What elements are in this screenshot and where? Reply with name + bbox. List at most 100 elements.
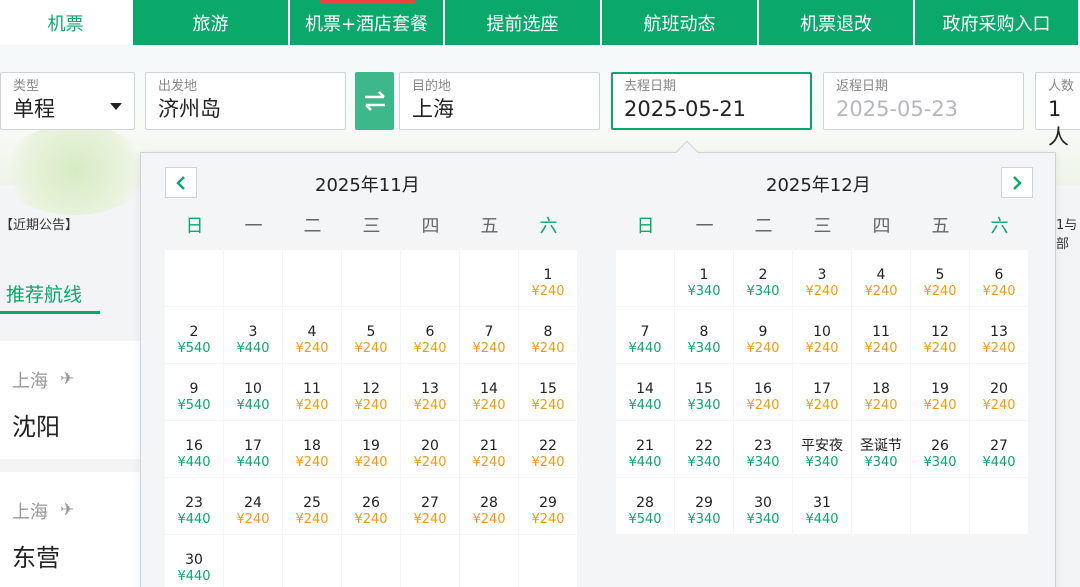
day-number: 30	[185, 552, 203, 568]
calendar-day[interactable]: 29 ¥340	[675, 478, 733, 534]
calendar-day[interactable]: 11 ¥240	[283, 364, 341, 420]
calendar-day[interactable]: 4 ¥240	[852, 250, 910, 306]
destination-field[interactable]: 目的地 上海	[399, 72, 600, 130]
passenger-count-label: 人数	[1048, 79, 1075, 94]
calendar-day[interactable]: 27 ¥240	[401, 478, 459, 534]
calendar-day[interactable]: 31 ¥440	[793, 478, 851, 534]
calendar-day[interactable]: 1 ¥240	[519, 250, 577, 306]
calendar-day[interactable]: 11 ¥240	[852, 307, 910, 363]
calendar-day[interactable]: 17 ¥440	[224, 421, 282, 477]
day-number: 3	[248, 324, 258, 340]
calendar-day[interactable]: 30 ¥340	[734, 478, 792, 534]
calendar-day[interactable]: 26 ¥340	[911, 421, 969, 477]
calendar-day[interactable]: 5 ¥240	[911, 250, 969, 306]
day-number: 8	[699, 324, 709, 340]
tab-recommended-routes[interactable]: 推荐航线	[6, 280, 82, 307]
tab-travel[interactable]: 旅游	[133, 0, 290, 45]
calendar-day[interactable]: 17 ¥240	[793, 364, 851, 420]
calendar-day[interactable]: 2 ¥340	[734, 250, 792, 306]
calendar-day[interactable]: 10 ¥240	[793, 307, 851, 363]
swap-cities-button[interactable]	[355, 72, 394, 130]
calendar-day[interactable]: 6 ¥240	[970, 250, 1028, 306]
calendar-day[interactable]: 22 ¥240	[519, 421, 577, 477]
tab-refund-change[interactable]: 机票退改	[759, 0, 915, 45]
tab-flights[interactable]: 机票	[0, 0, 133, 45]
calendar-day[interactable]: 6 ¥240	[401, 307, 459, 363]
calendar-empty-cell	[911, 478, 969, 534]
calendar-day[interactable]: 9 ¥240	[734, 307, 792, 363]
calendar-day[interactable]: 3 ¥240	[793, 250, 851, 306]
tab-label: 航班动态	[643, 13, 716, 35]
calendar-day[interactable]: 21 ¥240	[460, 421, 518, 477]
calendar-day[interactable]: 10 ¥440	[224, 364, 282, 420]
calendar-day[interactable]: 8 ¥340	[675, 307, 733, 363]
calendar-day[interactable]: 7 ¥240	[460, 307, 518, 363]
calendar-day[interactable]: 9 ¥540	[165, 364, 223, 420]
calendar-day[interactable]: 18 ¥240	[283, 421, 341, 477]
announcement-link[interactable]: 【近期公告】	[0, 214, 78, 233]
calendar-day[interactable]: 22 ¥340	[675, 421, 733, 477]
return-date-field[interactable]: 返程日期 2025-05-23	[823, 72, 1024, 130]
calendar-day[interactable]: 30 ¥440	[165, 535, 223, 587]
day-price: ¥240	[413, 512, 447, 527]
calendar-day[interactable]: 平安夜 ¥340	[793, 421, 851, 477]
calendar-day[interactable]: 27 ¥440	[970, 421, 1028, 477]
calendar-day[interactable]: 14 ¥440	[616, 364, 674, 420]
tab-flight-hotel[interactable]: 机票+酒店套餐	[290, 0, 445, 45]
route-card[interactable]: 上海 ✈ 东营	[0, 472, 140, 587]
calendar-day[interactable]: 25 ¥240	[283, 478, 341, 534]
calendar-day[interactable]: 12 ¥240	[911, 307, 969, 363]
calendar-day[interactable]: 24 ¥240	[224, 478, 282, 534]
calendar-day[interactable]: 5 ¥240	[342, 307, 400, 363]
prev-month-button[interactable]	[165, 167, 197, 198]
calendar-day[interactable]: 14 ¥240	[460, 364, 518, 420]
calendar-day[interactable]: 19 ¥240	[342, 421, 400, 477]
calendar-day[interactable]: 13 ¥240	[401, 364, 459, 420]
calendar-day[interactable]: 23 ¥440	[165, 478, 223, 534]
tab-seat-selection[interactable]: 提前选座	[445, 0, 602, 45]
calendar-empty-cell	[852, 478, 910, 534]
calendar-day[interactable]: 20 ¥240	[970, 364, 1028, 420]
day-number: 1	[699, 267, 709, 283]
trip-type-label: 类型	[13, 79, 40, 94]
calendar-day[interactable]: 3 ¥440	[224, 307, 282, 363]
calendar-day[interactable]: 16 ¥240	[734, 364, 792, 420]
calendar-day[interactable]: 26 ¥240	[342, 478, 400, 534]
calendar-day[interactable]: 21 ¥440	[616, 421, 674, 477]
depart-date-value: 2025-05-21	[624, 97, 747, 121]
calendar-day[interactable]: 18 ¥240	[852, 364, 910, 420]
tab-flight-status[interactable]: 航班动态	[602, 0, 759, 45]
calendar-day[interactable]: 28 ¥240	[460, 478, 518, 534]
day-price: ¥240	[982, 284, 1016, 299]
tab-label: 政府采购入口	[942, 13, 1051, 35]
day-number: 31	[813, 495, 831, 511]
calendar-day[interactable]: 16 ¥440	[165, 421, 223, 477]
tab-label: 机票退改	[800, 13, 872, 35]
tab-government-purchase[interactable]: 政府采购入口	[915, 0, 1080, 45]
trip-type-select[interactable]: 类型 单程	[0, 72, 135, 130]
calendar-day[interactable]: 12 ¥240	[342, 364, 400, 420]
calendar-day[interactable]: 15 ¥240	[519, 364, 577, 420]
origin-field[interactable]: 出发地 济州岛	[145, 72, 346, 130]
calendar-day[interactable]: 1 ¥340	[675, 250, 733, 306]
passenger-count-field[interactable]: 人数 1人	[1035, 72, 1080, 149]
next-month-button[interactable]	[1001, 167, 1033, 198]
depart-date-field[interactable]: 去程日期 2025-05-21	[611, 72, 812, 130]
day-number: 2	[189, 324, 199, 340]
calendar-day[interactable]: 15 ¥340	[675, 364, 733, 420]
calendar-day[interactable]: 23 ¥340	[734, 421, 792, 477]
day-price: ¥340	[746, 512, 780, 527]
calendar-day[interactable]: 19 ¥240	[911, 364, 969, 420]
day-number: 19	[362, 438, 380, 454]
calendar-day[interactable]: 29 ¥240	[519, 478, 577, 534]
route-card[interactable]: 上海 ✈ 沈阳	[0, 341, 140, 459]
calendar-day[interactable]: 7 ¥440	[616, 307, 674, 363]
calendar-day[interactable]: 圣诞节 ¥340	[852, 421, 910, 477]
calendar-day[interactable]: 28 ¥540	[616, 478, 674, 534]
calendar-day[interactable]: 2 ¥540	[165, 307, 223, 363]
calendar-empty-cell	[401, 250, 459, 306]
calendar-day[interactable]: 13 ¥240	[970, 307, 1028, 363]
calendar-day[interactable]: 20 ¥240	[401, 421, 459, 477]
calendar-day[interactable]: 8 ¥240	[519, 307, 577, 363]
calendar-day[interactable]: 4 ¥240	[283, 307, 341, 363]
